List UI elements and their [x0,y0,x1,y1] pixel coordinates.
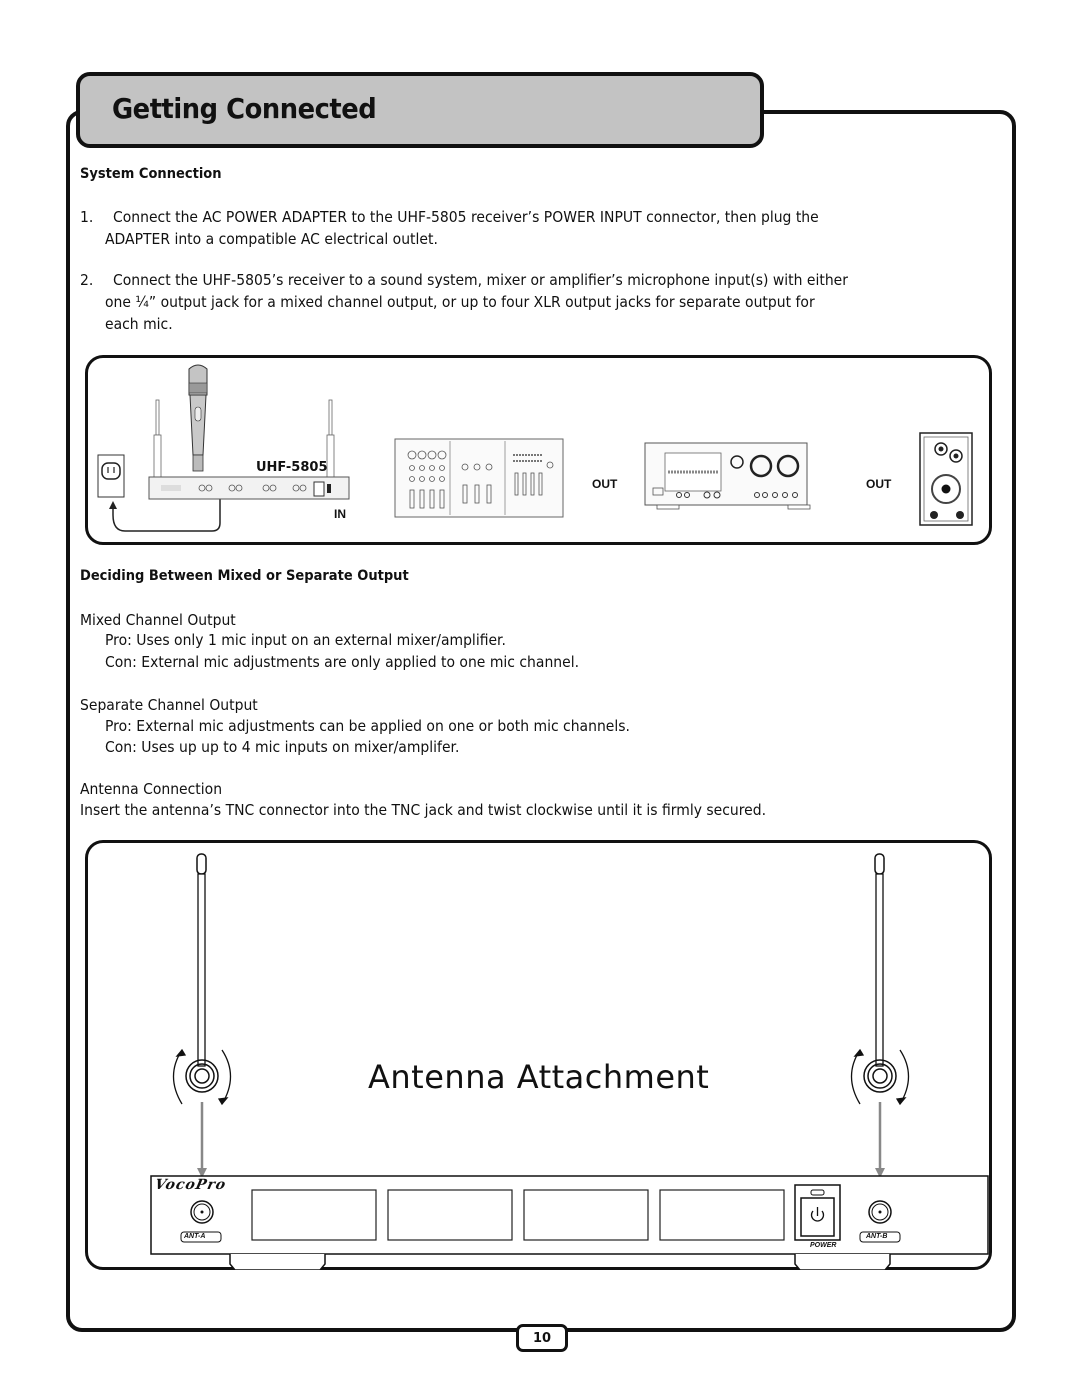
receiver-unit-icon [148,476,350,500]
step-1-line-1: Connect the AC POWER ADAPTER to the UHF-… [113,208,819,226]
antenna-right-icon [863,853,897,1093]
page-number: 10 [516,1324,568,1352]
step-2-line-1: Connect the UHF-5805’s receiver to a sou… [113,271,848,289]
step-2-line-3: each mic. [105,315,173,333]
step-1-number: 1. [80,208,94,226]
wall-outlet-icon [97,454,125,498]
microphone-icon [188,364,208,472]
power-cable [112,499,221,532]
in-label: IN [334,507,346,521]
step-1-line-2: ADAPTER into a compatible AC electrical … [105,230,438,248]
mixer-out-label: OUT [592,477,618,491]
mixed-output-pro: Pro: Uses only 1 mic input on an externa… [105,631,506,649]
antenna-diagram-art [150,853,989,1270]
step-2-number: 2. [80,271,94,289]
separate-output-title: Separate Channel Output [80,696,258,714]
speaker-icon [919,432,973,526]
ant-a-label: ANT-A [184,1233,206,1240]
ant-b-label: ANT-B [866,1233,888,1240]
section-heading-deciding: Deciding Between Mixed or Separate Outpu… [80,568,409,584]
receiver-model-label: UHF-5805 [256,460,328,475]
step-2-line-2: one ¼” output jack for a mixed channel o… [105,293,815,311]
separate-output-pro: Pro: External mic adjustments can be app… [105,717,630,735]
page-title: Getting Connected [112,92,377,125]
amplifier-out-label: OUT [866,477,892,491]
mixed-output-con: Con: External mic adjustments are only a… [105,653,580,671]
section-heading-system-connection: System Connection [80,166,222,182]
brand-logo: VocoPro [153,1177,228,1193]
antenna-attachment-title: Antenna Attachment [368,1058,710,1096]
mixed-output-title: Mixed Channel Output [80,611,236,629]
antenna-left-icon [185,853,219,1093]
separate-output-con: Con: Uses up up to 4 mic inputs on mixer… [105,738,460,756]
mixer-icon [394,438,564,518]
arrow-up-icon [109,501,117,509]
receiver-front-panel [150,1175,989,1270]
power-label: POWER [810,1242,837,1249]
antenna-connection-text: Insert the antenna’s TNC connector into … [80,801,767,819]
antenna-connection-title: Antenna Connection [80,780,223,798]
power-button-icon [794,1184,841,1241]
amplifier-icon [644,442,811,510]
connection-diagram-art [97,364,973,532]
